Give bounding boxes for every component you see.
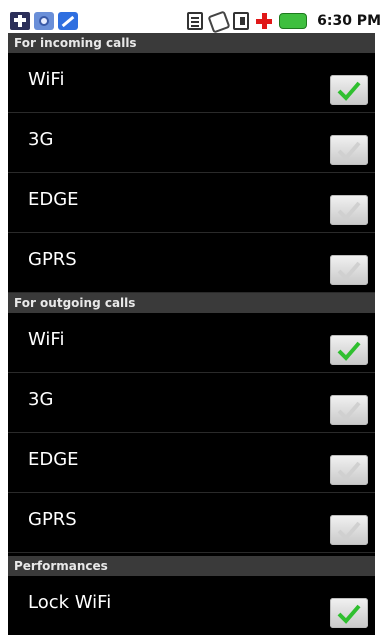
row-label: 3G bbox=[28, 129, 54, 150]
row-label: WiFi bbox=[28, 329, 65, 350]
row-incoming-wifi[interactable]: WiFi bbox=[8, 53, 375, 113]
check-icon bbox=[337, 604, 361, 624]
settings-icon bbox=[34, 11, 54, 30]
status-time: 6:30 PM bbox=[317, 12, 381, 29]
checkbox-unchecked[interactable] bbox=[330, 515, 368, 545]
check-icon bbox=[337, 201, 361, 221]
check-icon bbox=[337, 401, 361, 421]
section-header-incoming: For incoming calls bbox=[8, 33, 375, 53]
checkbox-checked[interactable] bbox=[330, 75, 368, 105]
settings-list: For incoming calls WiFi 3G EDGE GPRS For… bbox=[8, 33, 375, 635]
checkbox-unchecked[interactable] bbox=[330, 455, 368, 485]
row-label: EDGE bbox=[28, 189, 79, 210]
signal-icon bbox=[187, 11, 204, 30]
usb-icon bbox=[10, 11, 30, 30]
edit-icon bbox=[58, 11, 78, 30]
row-outgoing-gprs[interactable]: GPRS bbox=[8, 493, 375, 553]
row-lock-wifi[interactable]: Lock WiFi bbox=[8, 576, 375, 636]
row-incoming-edge[interactable]: EDGE bbox=[8, 173, 375, 233]
checkbox-checked[interactable] bbox=[330, 335, 368, 365]
status-bar: 6:30 PM bbox=[8, 8, 385, 33]
sim-icon bbox=[233, 11, 250, 30]
checkbox-unchecked[interactable] bbox=[330, 395, 368, 425]
check-icon bbox=[337, 81, 361, 101]
check-icon bbox=[337, 521, 361, 541]
check-icon bbox=[337, 341, 361, 361]
row-label: GPRS bbox=[28, 509, 77, 530]
row-label: WiFi bbox=[28, 69, 65, 90]
checkbox-checked[interactable] bbox=[330, 598, 368, 628]
status-bar-right: 6:30 PM bbox=[187, 11, 381, 30]
row-incoming-3g[interactable]: 3G bbox=[8, 113, 375, 173]
checkbox-unchecked[interactable] bbox=[330, 135, 368, 165]
checkbox-unchecked[interactable] bbox=[330, 255, 368, 285]
screen: 6:30 PM For incoming calls WiFi 3G EDGE … bbox=[0, 0, 385, 635]
row-label: Lock WiFi bbox=[28, 592, 112, 613]
row-outgoing-3g[interactable]: 3G bbox=[8, 373, 375, 433]
check-icon bbox=[337, 261, 361, 281]
left-frame bbox=[0, 0, 8, 635]
section-header-outgoing: For outgoing calls bbox=[8, 293, 375, 313]
plus-icon bbox=[255, 12, 273, 30]
check-icon bbox=[337, 461, 361, 481]
section-header-performances: Performances bbox=[8, 556, 375, 576]
wifi-icon bbox=[209, 12, 227, 30]
status-bar-left bbox=[10, 11, 78, 30]
battery-icon bbox=[279, 12, 308, 29]
check-icon bbox=[337, 141, 361, 161]
row-label: EDGE bbox=[28, 449, 79, 470]
right-frame bbox=[375, 33, 385, 635]
row-incoming-gprs[interactable]: GPRS bbox=[8, 233, 375, 293]
row-label: 3G bbox=[28, 389, 54, 410]
checkbox-unchecked[interactable] bbox=[330, 195, 368, 225]
row-outgoing-wifi[interactable]: WiFi bbox=[8, 313, 375, 373]
row-outgoing-edge[interactable]: EDGE bbox=[8, 433, 375, 493]
row-label: GPRS bbox=[28, 249, 77, 270]
